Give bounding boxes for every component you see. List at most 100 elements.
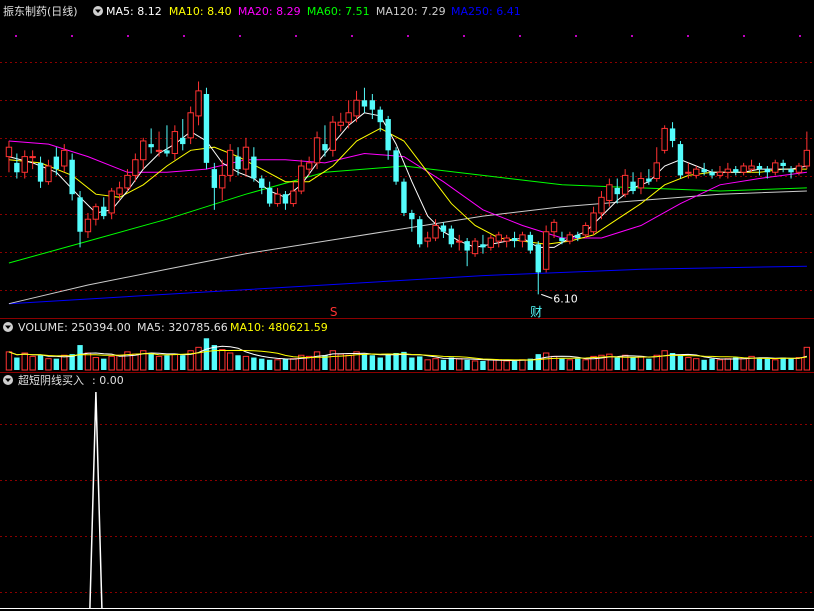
candle-body (298, 165, 305, 192)
volume-bar (424, 359, 431, 371)
volume-bar (148, 353, 154, 370)
low-arrow-icon (541, 293, 553, 299)
candle-body (211, 169, 218, 188)
candle-body (203, 94, 210, 163)
candle-body (140, 140, 147, 161)
stock-chart[interactable]: 振东制药(日线) MA5: 8.12 MA10: 8.40 MA20: 8.29 MA… (0, 0, 814, 611)
moving-average-lines (8, 112, 807, 305)
candle-body (53, 156, 60, 170)
candle (661, 125, 668, 154)
candle-body (195, 90, 202, 117)
candle (542, 225, 550, 273)
top-dot (463, 35, 465, 37)
volume-bar (171, 353, 179, 371)
volume-bar (14, 357, 20, 370)
candle-body (724, 168, 732, 173)
candle-body (653, 162, 660, 180)
volume-bar (21, 352, 28, 371)
candle (780, 159, 786, 173)
candle (401, 178, 407, 217)
candle (203, 87, 210, 170)
volume-bar (480, 360, 486, 370)
ma250-line (8, 265, 807, 305)
candle-body (274, 193, 281, 205)
volume-bar (432, 358, 439, 371)
low-price-marker: 6.10 (541, 292, 578, 305)
volume-bar (566, 359, 574, 371)
indicator-label: 超短阴线买入 (18, 373, 84, 387)
candle-body (780, 162, 786, 166)
candle (337, 112, 344, 132)
candle-body (709, 172, 715, 176)
candle-body (313, 137, 321, 164)
candle (590, 206, 597, 235)
candle-body (393, 150, 399, 182)
volume-bar (575, 358, 581, 370)
s-marker: S (330, 305, 338, 319)
candle-body (614, 187, 620, 195)
stock-title: 振东制药(日线) (3, 4, 78, 18)
volume-bar (756, 357, 763, 370)
top-dot (183, 35, 185, 37)
volume-bar (716, 359, 724, 371)
volume-bar (795, 357, 803, 371)
volume-bar (259, 358, 265, 370)
volume-bar (164, 355, 170, 370)
top-dot (519, 35, 521, 37)
candle-body (108, 190, 115, 214)
candle (305, 156, 313, 176)
candle-body (716, 171, 724, 176)
ma-legend-item: MA120: 7.29 (376, 5, 446, 18)
volume-bar (195, 346, 202, 371)
candle-body (590, 212, 597, 233)
candle-body (226, 149, 234, 176)
candle-body (14, 162, 20, 173)
candle (471, 238, 479, 257)
volume-bar (685, 357, 692, 371)
volume-bar (61, 354, 68, 371)
volume-bar (653, 354, 660, 371)
candle-body (575, 234, 581, 238)
candle-body (345, 112, 352, 123)
volume-bar (290, 358, 297, 371)
candle-body (290, 190, 297, 205)
candle (519, 231, 526, 248)
volume-bar (393, 353, 399, 370)
volume-bar (108, 355, 115, 371)
candle (733, 166, 739, 176)
top-dot (687, 35, 689, 37)
top-dot (15, 35, 17, 37)
volume-bar (203, 338, 210, 370)
candle-body (748, 165, 755, 170)
volume-ma10-label: MA10: 480621.59 (230, 321, 328, 334)
volume-bar (780, 357, 786, 370)
candle-body (630, 181, 636, 192)
candle (195, 81, 202, 126)
candle-body (84, 218, 92, 233)
candle (614, 178, 620, 204)
ma-legend: MA5: 8.12 MA10: 8.40 MA20: 8.29 MA60: 7.51 M… (106, 5, 521, 18)
volume-bar (417, 356, 423, 370)
volume-bar (132, 353, 139, 371)
candle (187, 106, 194, 145)
candle (171, 125, 179, 160)
candle-body (101, 206, 107, 217)
volume-bar (361, 354, 368, 370)
candle-body (259, 178, 265, 188)
candle-body (155, 149, 163, 152)
ma-legend-item: MA60: 7.51 (307, 5, 370, 18)
candle-body (124, 174, 131, 189)
top-dot (71, 35, 73, 37)
candle-body (788, 169, 794, 173)
candle-body (164, 150, 170, 154)
candle-body (385, 119, 391, 151)
candle (101, 197, 107, 220)
candle-body (559, 238, 565, 242)
volume-bar (503, 360, 510, 371)
candle (226, 144, 234, 182)
volume-bar (803, 346, 811, 371)
candle (385, 115, 391, 160)
candle-body (132, 159, 139, 176)
top-dot (127, 35, 129, 37)
candle (740, 162, 747, 176)
